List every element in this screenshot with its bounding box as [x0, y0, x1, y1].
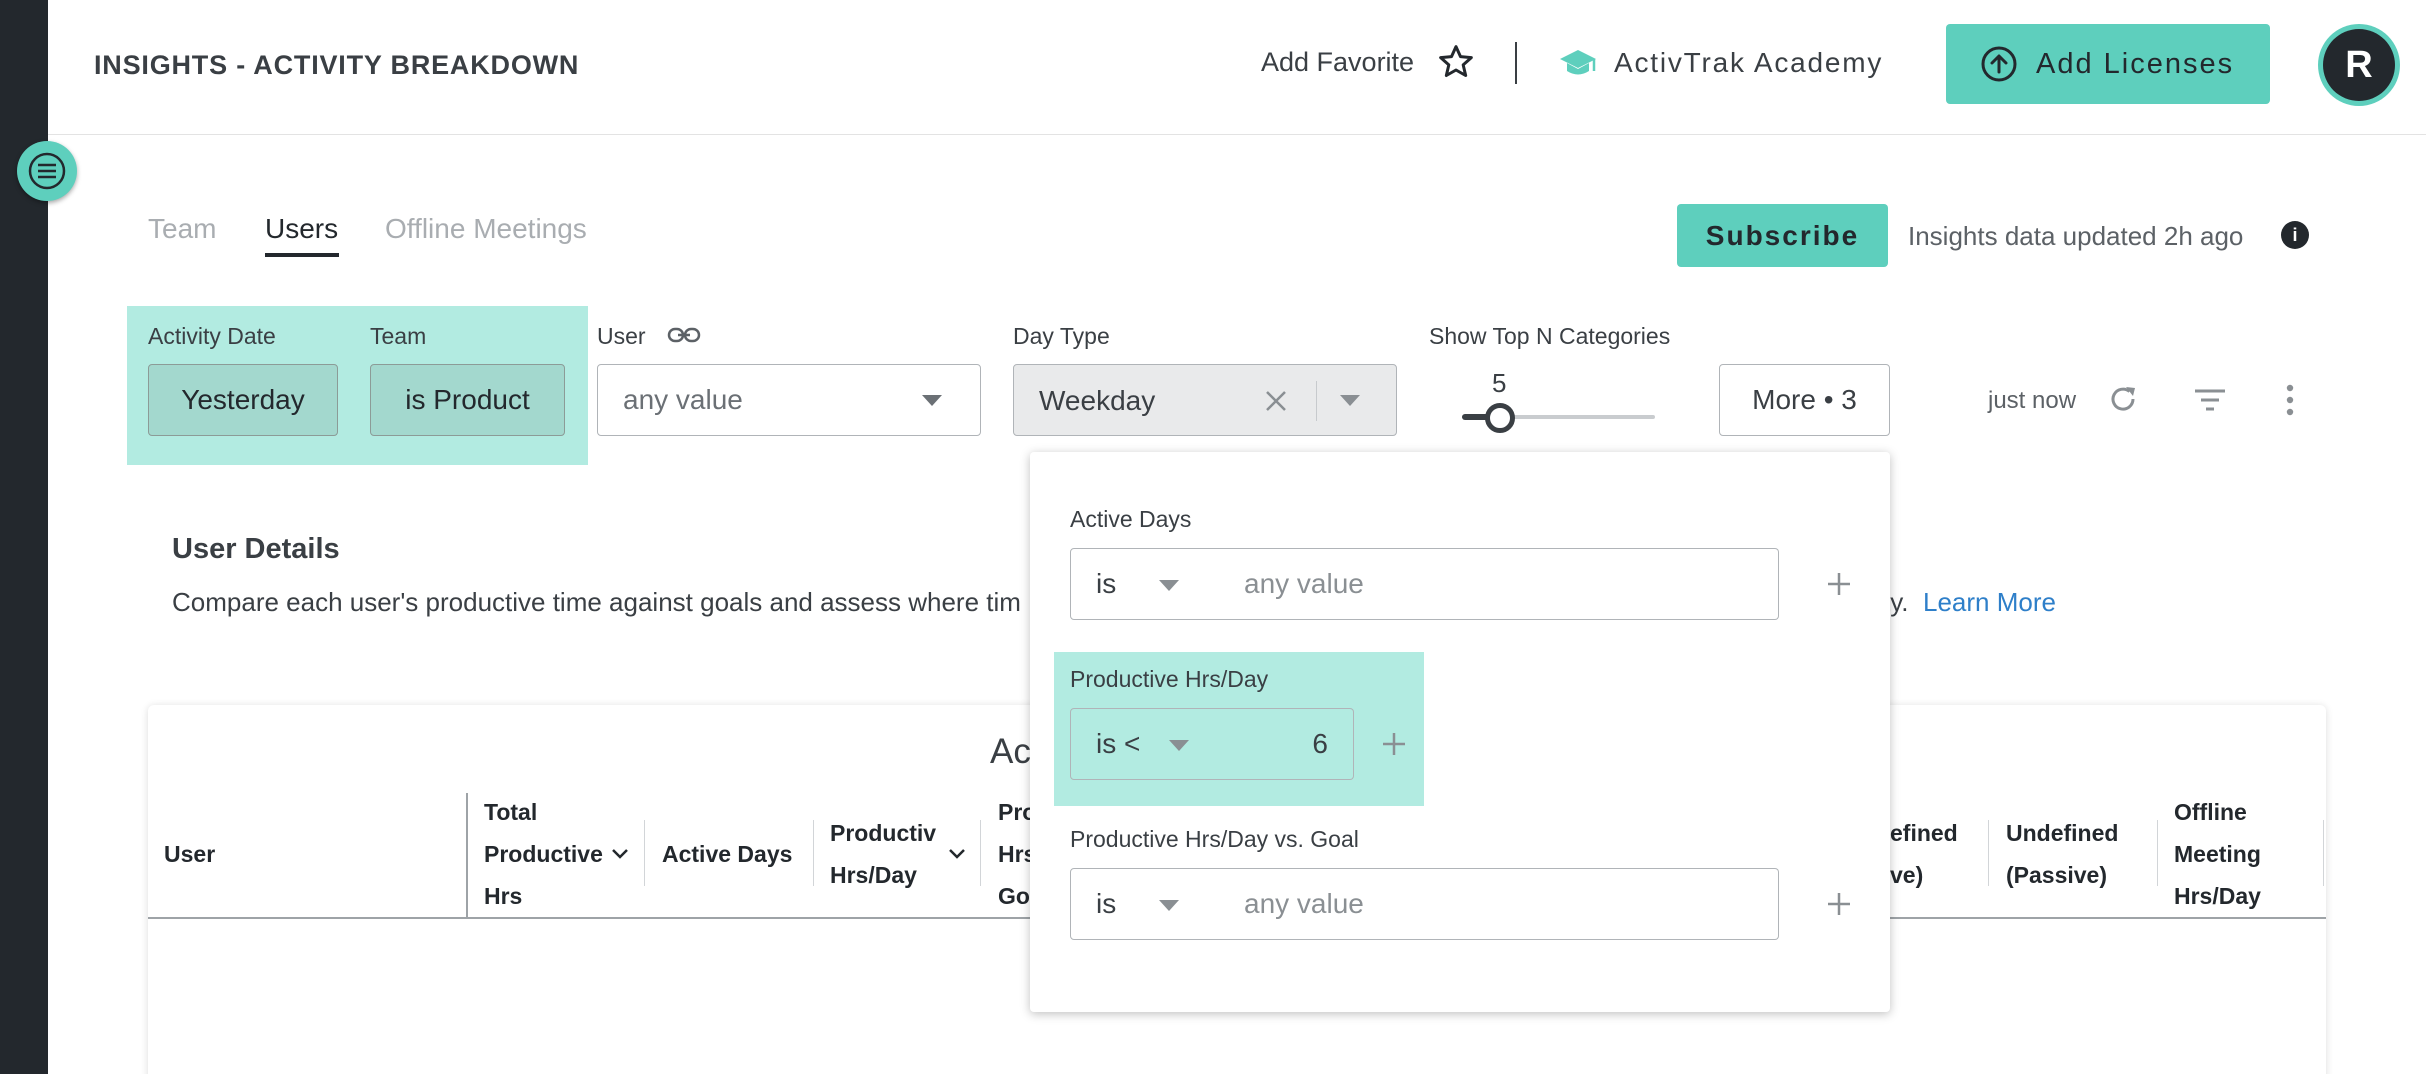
- learn-more-link[interactable]: Learn More: [1923, 587, 2056, 618]
- productive-hrs-day-value-input[interactable]: 6: [1229, 708, 1354, 780]
- link-icon[interactable]: [667, 323, 701, 347]
- operator-value: is: [1096, 888, 1117, 919]
- productive-vs-goal-operator-select[interactable]: is: [1070, 868, 1220, 940]
- more-vert-icon[interactable]: [2283, 384, 2297, 416]
- productive-vs-goal-value-input[interactable]: any value: [1219, 868, 1779, 940]
- close-icon[interactable]: [1262, 387, 1290, 415]
- avatar-initial: R: [2323, 29, 2395, 101]
- top-n-slider-thumb[interactable]: [1485, 403, 1515, 433]
- column-separator: [813, 820, 814, 886]
- upload-circle-icon: [1981, 46, 2017, 82]
- tab-users[interactable]: Users: [265, 213, 338, 245]
- column-separator: [644, 820, 645, 886]
- column-separator: [2323, 820, 2324, 886]
- active-days-operator-select[interactable]: is: [1070, 548, 1220, 620]
- add-condition-icon[interactable]: [1380, 730, 1408, 758]
- star-icon: [1439, 45, 1473, 77]
- sort-chevron-icon[interactable]: [611, 848, 629, 860]
- refresh-icon[interactable]: [2106, 382, 2140, 416]
- team-filter-label: Team: [370, 323, 427, 349]
- user-filter-placeholder: any value: [623, 384, 743, 415]
- top-header: INSIGHTS - ACTIVITY BREAKDOWN Add Favori…: [48, 0, 2426, 135]
- section-description: Compare each user's productive time agai…: [172, 587, 1021, 617]
- header-divider: [1515, 42, 1517, 84]
- page-title: INSIGHTS - ACTIVITY BREAKDOWN: [94, 50, 580, 80]
- active-tab-indicator: [265, 253, 339, 257]
- tab-team[interactable]: Team: [148, 213, 216, 245]
- hamburger-icon: [28, 152, 66, 190]
- subscribe-button[interactable]: Subscribe: [1677, 204, 1888, 267]
- column-separator: [1988, 820, 1989, 886]
- more-filters-button[interactable]: More • 3: [1719, 364, 1890, 436]
- productive-vs-goal-label: Productive Hrs/Day vs. Goal: [1070, 826, 1359, 852]
- sort-chevron-icon[interactable]: [948, 848, 966, 860]
- productive-hrs-day-label: Productive Hrs/Day: [1070, 666, 1269, 692]
- column-separator: [980, 820, 981, 886]
- activity-date-label: Activity Date: [148, 323, 276, 349]
- filter-icon[interactable]: [2193, 388, 2227, 412]
- day-type-label: Day Type: [1013, 323, 1110, 349]
- activity-date-filter[interactable]: Yesterday: [148, 364, 338, 436]
- column-header-undefined-passive[interactable]: Undefined (Passive): [2006, 812, 2156, 896]
- chevron-down-icon: [922, 395, 942, 406]
- top-n-value: 5: [1492, 368, 1507, 398]
- column-header-undefined-active[interactable]: efined ve): [1890, 812, 1990, 896]
- column-separator: [2157, 820, 2158, 886]
- add-licenses-label: Add Licenses: [2036, 47, 2235, 80]
- active-days-value-input[interactable]: any value: [1219, 548, 1779, 620]
- column-separator: [466, 793, 468, 919]
- academy-label: ActivTrak Academy: [1614, 47, 1884, 78]
- chevron-down-icon: [1340, 395, 1360, 406]
- active-days-label: Active Days: [1070, 506, 1192, 532]
- add-condition-icon[interactable]: [1825, 570, 1853, 598]
- column-header-user[interactable]: User: [164, 833, 215, 875]
- chevron-down-icon: [1159, 900, 1179, 911]
- more-filters-panel: Active Days is any value Productive Hrs/…: [1030, 452, 1890, 1012]
- productive-hrs-day-operator-select[interactable]: is <: [1070, 708, 1230, 780]
- add-licenses-button[interactable]: Add Licenses: [1946, 24, 2270, 104]
- user-filter-label: User: [597, 323, 646, 349]
- day-type-select[interactable]: Weekday: [1013, 364, 1397, 436]
- operator-value: is <: [1096, 728, 1141, 759]
- select-separator: [1316, 381, 1317, 421]
- add-favorite-button[interactable]: Add Favorite: [1261, 40, 1476, 84]
- section-title: User Details: [172, 533, 340, 565]
- top-n-label: Show Top N Categories: [1429, 323, 1671, 349]
- hamburger-menu-button[interactable]: [17, 141, 77, 201]
- user-avatar[interactable]: R: [2318, 24, 2400, 106]
- table-title: Ac: [990, 732, 1031, 771]
- day-type-value: Weekday: [1039, 385, 1156, 416]
- team-filter[interactable]: is Product: [370, 364, 565, 436]
- last-refresh-text: just now: [1988, 387, 2077, 414]
- activtrak-academy-link[interactable]: ActivTrak Academy: [1558, 40, 1883, 86]
- chevron-down-icon: [1169, 740, 1189, 751]
- chevron-down-icon: [1159, 580, 1179, 591]
- add-condition-icon[interactable]: [1825, 890, 1853, 918]
- column-header-offline-meeting-hrs-day[interactable]: Offline Meeting Hrs/Day: [2174, 791, 2314, 917]
- user-filter-select[interactable]: any value: [597, 364, 981, 436]
- tab-offline-meetings[interactable]: Offline Meetings: [385, 213, 587, 245]
- operator-value: is: [1096, 568, 1117, 599]
- column-header-productive-hrs-day[interactable]: Productiv Hrs/Day: [830, 812, 942, 896]
- info-icon[interactable]: i: [2281, 221, 2309, 249]
- add-favorite-label: Add Favorite: [1261, 46, 1415, 77]
- graduation-cap-icon: [1560, 50, 1596, 75]
- data-updated-text: Insights data updated 2h ago: [1908, 221, 2244, 251]
- column-header-active-days[interactable]: Active Days: [662, 833, 792, 875]
